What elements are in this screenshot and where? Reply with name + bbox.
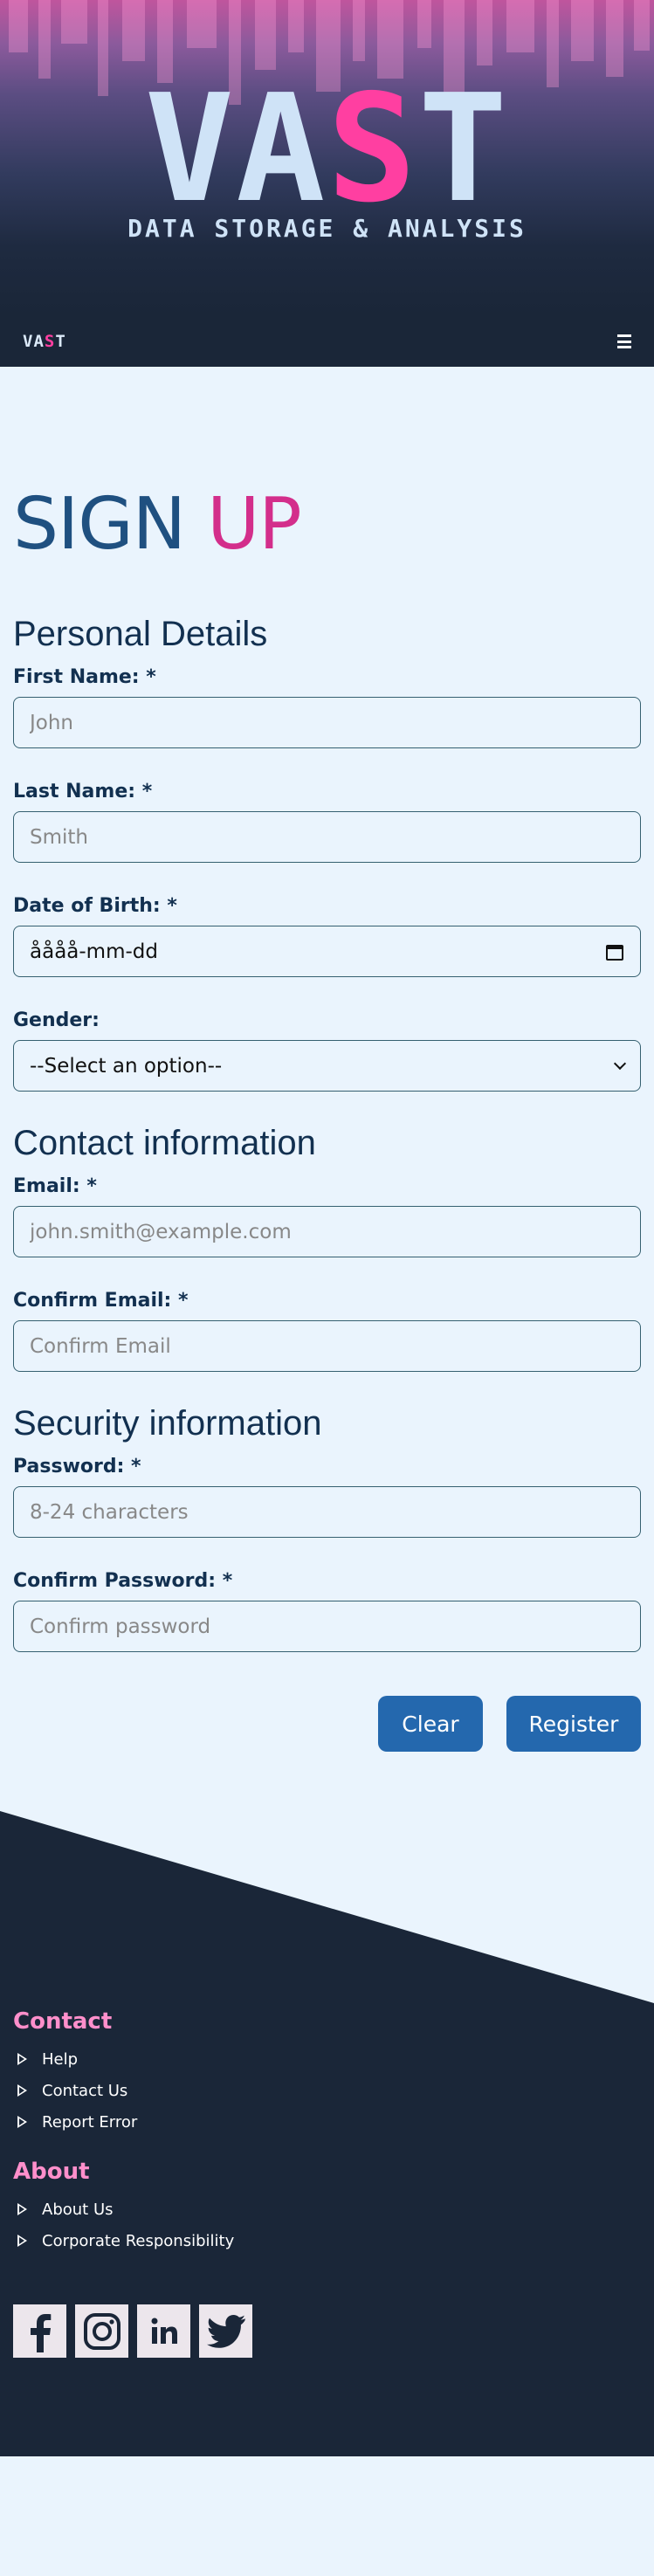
gender-selected-value: --Select an option-- [30,1054,223,1078]
page-title-part1: SIGN [13,483,186,566]
triangle-bullet-icon [17,2235,27,2247]
dob-input[interactable]: åååå-mm-dd [13,926,641,977]
password-field-group: Password: * [13,1456,641,1538]
nav-logo-part1: VA [23,332,45,351]
password-input[interactable] [13,1486,641,1538]
triangle-bullet-icon [17,2084,27,2097]
dob-field-group: Date of Birth: * åååå-mm-dd [13,895,641,977]
chevron-down-icon [613,1057,627,1070]
footer-about-heading: About [13,2159,90,2185]
confirm-password-label: Confirm Password: * [13,1570,233,1592]
last-name-label: Last Name: * [13,781,153,802]
gender-field-group: Gender: --Select an option-- [13,1009,641,1092]
footer-link-contact-us[interactable]: Contact Us [13,2075,252,2106]
social-links [13,2304,252,2358]
footer-content: Contact Help Contact Us Report Error Abo… [13,2008,252,2358]
email-label: Email: * [13,1175,97,1197]
confirm-email-input[interactable] [13,1320,641,1372]
hero-tagline: DATA STORAGE & ANALYSIS [127,214,527,243]
footer-link-label: Help [42,2049,79,2069]
instagram-icon[interactable] [75,2304,128,2358]
site-footer: Contact Help Contact Us Report Error Abo… [0,1811,654,2456]
password-label: Password: * [13,1456,141,1477]
first-name-input[interactable] [13,697,641,748]
triangle-bullet-icon [17,2116,27,2128]
email-field-group: Email: * [13,1175,641,1257]
hamburger-menu-icon[interactable] [617,334,631,348]
footer-link-label: Report Error [42,2112,138,2132]
triangle-bullet-icon [17,2203,27,2215]
footer-link-report-error[interactable]: Report Error [13,2106,252,2138]
calendar-icon[interactable] [605,942,624,961]
nav-logo[interactable]: VAST [23,332,66,351]
footer-link-label: Corporate Responsibility [42,2231,235,2250]
footer-contact-heading: Contact [13,2008,113,2035]
dob-value: åååå-mm-dd [30,940,158,963]
nav-logo-accent: S [44,332,56,351]
footer-link-about-us[interactable]: About Us [13,2194,252,2225]
footer-contact-list: Help Contact Us Report Error [13,2043,252,2138]
triangle-bullet-icon [17,2053,27,2065]
first-name-label: First Name: * [13,666,156,688]
confirm-password-input[interactable] [13,1601,641,1652]
confirm-email-label: Confirm Email: * [13,1290,189,1312]
linkedin-icon[interactable] [137,2304,190,2358]
hero-banner: VAST DATA STORAGE & ANALYSIS [0,0,654,316]
hero-logo: VAST [0,75,654,224]
footer-link-corporate-responsibility[interactable]: Corporate Responsibility [13,2225,252,2256]
confirm-email-field-group: Confirm Email: * [13,1290,641,1372]
footer-link-label: Contact Us [42,2081,128,2100]
signup-form: Personal Details First Name: * Last Name… [13,615,641,1752]
signup-main: SIGN UP Personal Details First Name: * L… [0,367,654,1752]
form-actions: Clear Register [13,1696,641,1752]
personal-details-heading: Personal Details [13,615,268,653]
footer-slant-divider [0,1811,654,2003]
footer-link-help[interactable]: Help [13,2043,252,2075]
gender-select[interactable]: --Select an option-- [13,1040,641,1092]
top-navbar: VAST [0,316,654,367]
register-button[interactable]: Register [506,1696,641,1752]
last-name-field-group: Last Name: * [13,781,641,863]
hero-logo-part2: T [417,63,510,236]
contact-information-heading: Contact information [13,1124,316,1162]
page-title-part2: UP [207,483,301,566]
dob-label: Date of Birth: * [13,895,177,917]
facebook-icon[interactable] [13,2304,66,2358]
first-name-field-group: First Name: * [13,666,641,748]
twitter-icon[interactable] [199,2304,252,2358]
email-input[interactable] [13,1206,641,1257]
last-name-input[interactable] [13,811,641,863]
page-title: SIGN UP [13,483,641,566]
footer-about-list: About Us Corporate Responsibility [13,2194,252,2256]
hero-logo-part1: VA [144,63,327,236]
nav-logo-part2: T [55,332,66,351]
security-information-heading: Security information [13,1404,322,1443]
gender-label: Gender: [13,1009,100,1031]
hero-logo-accent: S [327,63,418,236]
clear-button[interactable]: Clear [378,1696,483,1752]
confirm-password-field-group: Confirm Password: * [13,1570,641,1652]
footer-link-label: About Us [42,2200,114,2219]
